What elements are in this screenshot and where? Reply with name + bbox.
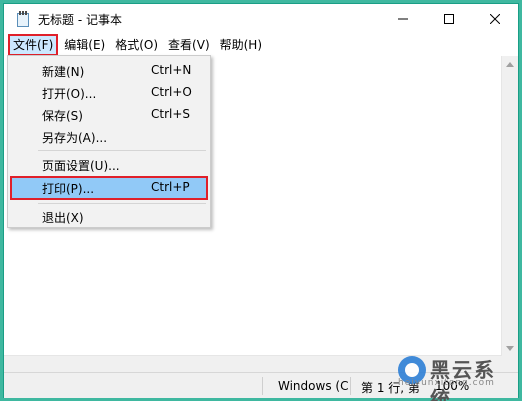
notepad-icon — [16, 11, 30, 27]
menu-separator — [38, 203, 206, 204]
status-encoding: Windows (C — [278, 379, 349, 393]
minimize-button[interactable] — [380, 4, 426, 34]
title-bar[interactable]: 无标题 - 记事本 — [4, 4, 518, 34]
vertical-scrollbar[interactable] — [501, 56, 518, 372]
scroll-down-icon[interactable] — [506, 346, 514, 351]
status-separator — [262, 377, 263, 395]
menu-help[interactable]: 帮助(H) — [216, 34, 266, 56]
menu-item-exit[interactable]: 退出(X) — [10, 205, 208, 227]
close-button[interactable] — [472, 4, 518, 34]
maximize-icon — [444, 14, 454, 24]
menu-item-new[interactable]: 新建(N) Ctrl+N — [10, 59, 208, 81]
menu-item-save[interactable]: 保存(S) Ctrl+S — [10, 103, 208, 125]
watermark: 黑云系统 heiyunxitong.com — [398, 354, 516, 401]
file-menu-dropdown: 新建(N) Ctrl+N 打开(O)... Ctrl+O 保存(S) Ctrl+… — [7, 55, 211, 228]
menu-item-print[interactable]: 打印(P)... Ctrl+P — [10, 176, 208, 200]
watermark-url: heiyunxitong.com — [398, 378, 495, 388]
minimize-icon — [398, 18, 408, 20]
status-separator — [350, 377, 351, 395]
menu-bar: 文件(F) 编辑(E) 格式(O) 查看(V) 帮助(H) — [4, 34, 518, 56]
menu-format[interactable]: 格式(O) — [111, 34, 162, 56]
window-title: 无标题 - 记事本 — [38, 12, 122, 27]
menu-item-page-setup[interactable]: 页面设置(U)... — [10, 153, 208, 175]
scroll-up-icon[interactable] — [506, 62, 514, 67]
menu-file[interactable]: 文件(F) — [8, 34, 59, 56]
menu-separator — [38, 150, 206, 151]
menu-item-save-as[interactable]: 另存为(A)... — [10, 125, 208, 147]
menu-view[interactable]: 查看(V) — [164, 34, 214, 56]
menu-item-open[interactable]: 打开(O)... Ctrl+O — [10, 81, 208, 103]
close-icon — [490, 14, 500, 24]
maximize-button[interactable] — [426, 4, 472, 34]
menu-edit[interactable]: 编辑(E) — [60, 34, 109, 56]
